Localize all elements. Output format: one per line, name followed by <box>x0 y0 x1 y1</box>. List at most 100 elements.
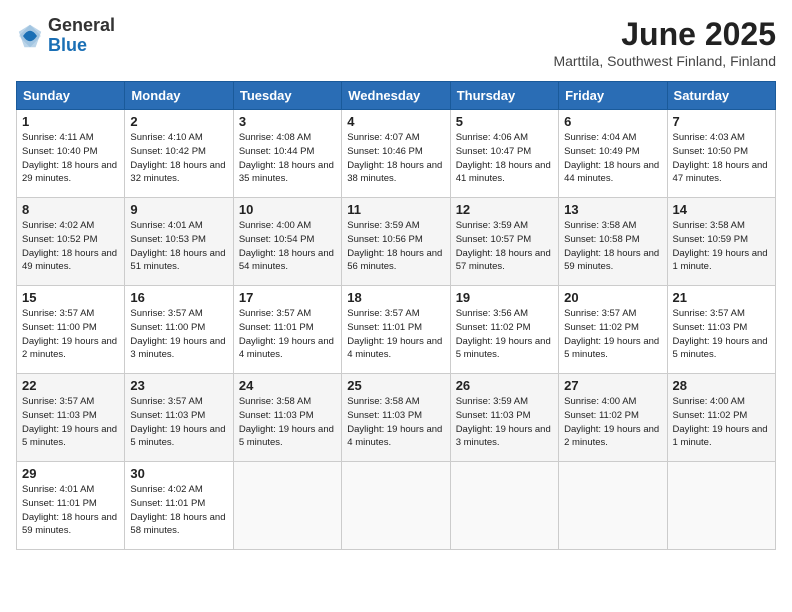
day-number: 5 <box>456 114 553 129</box>
day-number: 26 <box>456 378 553 393</box>
calendar-cell: 7 Sunrise: 4:03 AMSunset: 10:50 PMDayligh… <box>667 110 775 198</box>
calendar-week-row: 8 Sunrise: 4:02 AMSunset: 10:52 PMDayligh… <box>17 198 776 286</box>
calendar-cell: 27 Sunrise: 4:00 AMSunset: 11:02 PMDaylig… <box>559 374 667 462</box>
calendar-week-row: 29 Sunrise: 4:01 AMSunset: 11:01 PMDaylig… <box>17 462 776 550</box>
calendar-cell: 19 Sunrise: 3:56 AMSunset: 11:02 PMDaylig… <box>450 286 558 374</box>
day-info: Sunrise: 4:11 AMSunset: 10:40 PMDaylight… <box>22 131 119 186</box>
calendar-week-row: 1 Sunrise: 4:11 AMSunset: 10:40 PMDayligh… <box>17 110 776 198</box>
calendar-week-row: 22 Sunrise: 3:57 AMSunset: 11:03 PMDaylig… <box>17 374 776 462</box>
day-info: Sunrise: 3:57 AMSunset: 11:02 PMDaylight… <box>564 307 661 362</box>
day-info: Sunrise: 3:58 AMSunset: 10:59 PMDaylight… <box>673 219 770 274</box>
calendar-cell <box>450 462 558 550</box>
day-number: 30 <box>130 466 227 481</box>
day-info: Sunrise: 4:06 AMSunset: 10:47 PMDaylight… <box>456 131 553 186</box>
day-number: 22 <box>22 378 119 393</box>
logo: General Blue <box>16 16 115 56</box>
calendar-cell: 21 Sunrise: 3:57 AMSunset: 11:03 PMDaylig… <box>667 286 775 374</box>
calendar-cell <box>667 462 775 550</box>
calendar-cell: 16 Sunrise: 3:57 AMSunset: 11:00 PMDaylig… <box>125 286 233 374</box>
calendar-cell: 29 Sunrise: 4:01 AMSunset: 11:01 PMDaylig… <box>17 462 125 550</box>
day-info: Sunrise: 4:01 AMSunset: 10:53 PMDaylight… <box>130 219 227 274</box>
day-number: 21 <box>673 290 770 305</box>
calendar-header-sunday: Sunday <box>17 82 125 110</box>
day-number: 2 <box>130 114 227 129</box>
day-number: 24 <box>239 378 336 393</box>
calendar-header-row: SundayMondayTuesdayWednesdayThursdayFrid… <box>17 82 776 110</box>
calendar-cell <box>559 462 667 550</box>
day-info: Sunrise: 4:02 AMSunset: 11:01 PMDaylight… <box>130 483 227 538</box>
day-number: 19 <box>456 290 553 305</box>
day-info: Sunrise: 3:58 AMSunset: 10:58 PMDaylight… <box>564 219 661 274</box>
day-info: Sunrise: 3:57 AMSunset: 11:00 PMDaylight… <box>22 307 119 362</box>
calendar-cell: 24 Sunrise: 3:58 AMSunset: 11:03 PMDaylig… <box>233 374 341 462</box>
day-number: 1 <box>22 114 119 129</box>
calendar-header-friday: Friday <box>559 82 667 110</box>
day-info: Sunrise: 4:00 AMSunset: 11:02 PMDaylight… <box>564 395 661 450</box>
calendar-cell: 3 Sunrise: 4:08 AMSunset: 10:44 PMDayligh… <box>233 110 341 198</box>
day-number: 17 <box>239 290 336 305</box>
calendar-cell: 4Sunrise: 4:07 AMSunset: 10:46 PMDayligh… <box>342 110 450 198</box>
logo-blue-text: Blue <box>48 35 87 55</box>
calendar-cell: 5 Sunrise: 4:06 AMSunset: 10:47 PMDayligh… <box>450 110 558 198</box>
day-number: 18 <box>347 290 444 305</box>
day-info: Sunrise: 3:59 AMSunset: 10:56 PMDaylight… <box>347 219 444 274</box>
day-number: 16 <box>130 290 227 305</box>
subtitle: Marttila, Southwest Finland, Finland <box>553 53 776 69</box>
day-number: 12 <box>456 202 553 217</box>
day-number: 3 <box>239 114 336 129</box>
calendar-header-thursday: Thursday <box>450 82 558 110</box>
page-header: General Blue June 2025 Marttila, Southwe… <box>16 16 776 69</box>
title-block: June 2025 Marttila, Southwest Finland, F… <box>553 16 776 69</box>
day-info: Sunrise: 3:57 AMSunset: 11:01 PMDaylight… <box>347 307 444 362</box>
day-info: Sunrise: 3:59 AMSunset: 10:57 PMDaylight… <box>456 219 553 274</box>
calendar-header-monday: Monday <box>125 82 233 110</box>
day-number: 25 <box>347 378 444 393</box>
day-info: Sunrise: 3:57 AMSunset: 11:03 PMDaylight… <box>673 307 770 362</box>
calendar-cell: 9 Sunrise: 4:01 AMSunset: 10:53 PMDayligh… <box>125 198 233 286</box>
day-info: Sunrise: 4:00 AMSunset: 10:54 PMDaylight… <box>239 219 336 274</box>
calendar-cell <box>342 462 450 550</box>
calendar-cell: 6Sunrise: 4:04 AMSunset: 10:49 PMDayligh… <box>559 110 667 198</box>
day-info: Sunrise: 4:02 AMSunset: 10:52 PMDaylight… <box>22 219 119 274</box>
day-info: Sunrise: 3:57 AMSunset: 11:03 PMDaylight… <box>22 395 119 450</box>
day-number: 4 <box>347 114 444 129</box>
calendar-cell: 28Sunrise: 4:00 AMSunset: 11:02 PMDaylig… <box>667 374 775 462</box>
day-info: Sunrise: 3:59 AMSunset: 11:03 PMDaylight… <box>456 395 553 450</box>
calendar-cell: 18 Sunrise: 3:57 AMSunset: 11:01 PMDaylig… <box>342 286 450 374</box>
day-info: Sunrise: 4:10 AMSunset: 10:42 PMDaylight… <box>130 131 227 186</box>
day-info: Sunrise: 3:57 AMSunset: 11:03 PMDaylight… <box>130 395 227 450</box>
day-number: 8 <box>22 202 119 217</box>
calendar-cell: 14Sunrise: 3:58 AMSunset: 10:59 PMDaylig… <box>667 198 775 286</box>
day-number: 29 <box>22 466 119 481</box>
day-info: Sunrise: 4:00 AMSunset: 11:02 PMDaylight… <box>673 395 770 450</box>
day-number: 23 <box>130 378 227 393</box>
logo-icon <box>16 22 44 50</box>
day-number: 9 <box>130 202 227 217</box>
calendar-cell: 15 Sunrise: 3:57 AMSunset: 11:00 PMDaylig… <box>17 286 125 374</box>
logo-general-text: General <box>48 15 115 35</box>
day-info: Sunrise: 4:04 AMSunset: 10:49 PMDaylight… <box>564 131 661 186</box>
day-info: Sunrise: 4:08 AMSunset: 10:44 PMDaylight… <box>239 131 336 186</box>
day-info: Sunrise: 3:56 AMSunset: 11:02 PMDaylight… <box>456 307 553 362</box>
day-number: 20 <box>564 290 661 305</box>
day-number: 7 <box>673 114 770 129</box>
day-info: Sunrise: 3:57 AMSunset: 11:01 PMDaylight… <box>239 307 336 362</box>
day-info: Sunrise: 4:03 AMSunset: 10:50 PMDaylight… <box>673 131 770 186</box>
day-number: 11 <box>347 202 444 217</box>
day-info: Sunrise: 3:58 AMSunset: 11:03 PMDaylight… <box>239 395 336 450</box>
calendar-cell: 1 Sunrise: 4:11 AMSunset: 10:40 PMDayligh… <box>17 110 125 198</box>
day-number: 27 <box>564 378 661 393</box>
calendar-cell: 10 Sunrise: 4:00 AMSunset: 10:54 PMDaylig… <box>233 198 341 286</box>
day-info: Sunrise: 4:01 AMSunset: 11:01 PMDaylight… <box>22 483 119 538</box>
day-info: Sunrise: 3:57 AMSunset: 11:00 PMDaylight… <box>130 307 227 362</box>
calendar-cell: 30 Sunrise: 4:02 AMSunset: 11:01 PMDaylig… <box>125 462 233 550</box>
day-number: 15 <box>22 290 119 305</box>
calendar-cell: 22 Sunrise: 3:57 AMSunset: 11:03 PMDaylig… <box>17 374 125 462</box>
calendar-cell: 2 Sunrise: 4:10 AMSunset: 10:42 PMDayligh… <box>125 110 233 198</box>
calendar-cell: 23 Sunrise: 3:57 AMSunset: 11:03 PMDaylig… <box>125 374 233 462</box>
calendar-header-tuesday: Tuesday <box>233 82 341 110</box>
day-number: 13 <box>564 202 661 217</box>
day-number: 10 <box>239 202 336 217</box>
day-info: Sunrise: 3:58 AMSunset: 11:03 PMDaylight… <box>347 395 444 450</box>
month-title: June 2025 <box>553 16 776 53</box>
